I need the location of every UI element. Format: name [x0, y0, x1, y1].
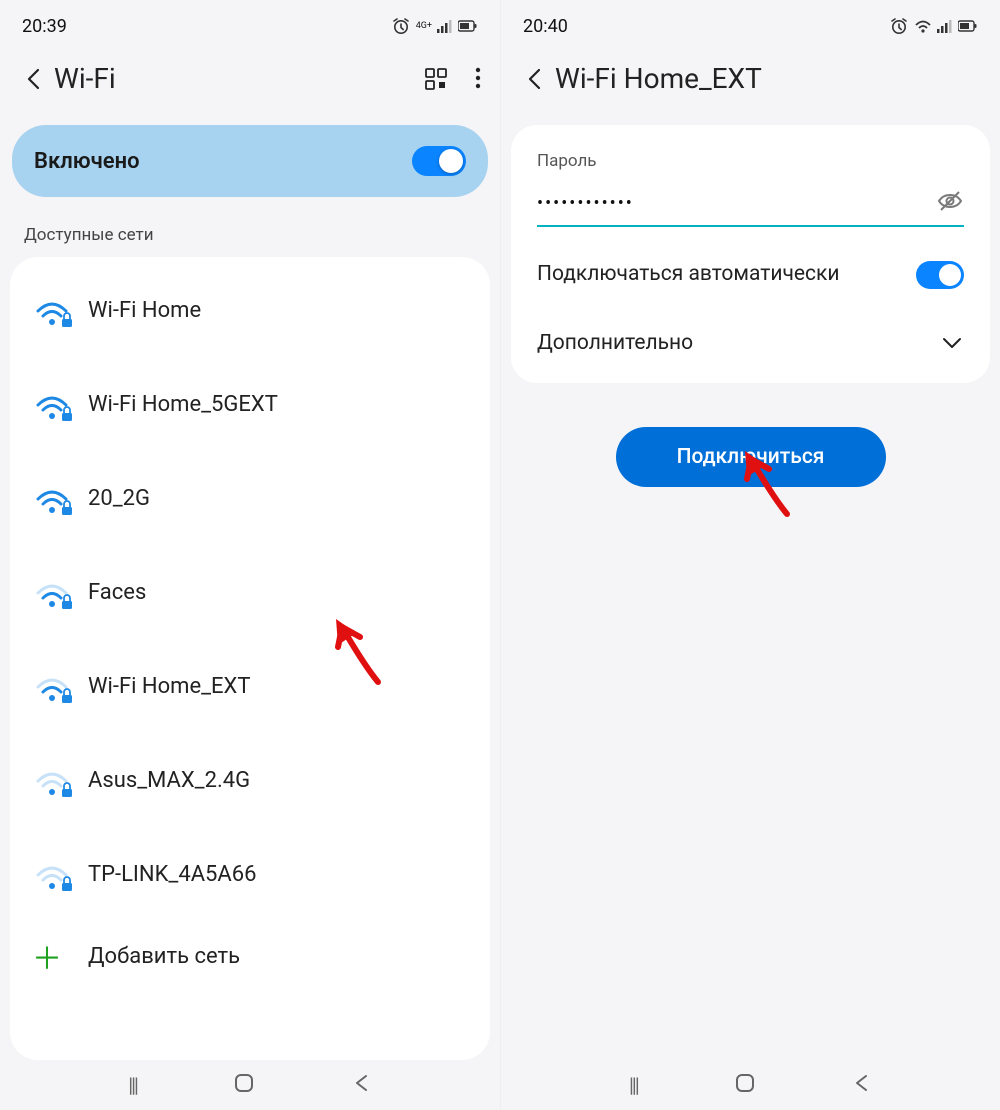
auto-connect-row[interactable]: Подключаться автоматически	[511, 237, 990, 313]
plus-icon: ＋	[32, 934, 88, 978]
qr-icon	[424, 67, 448, 91]
more-menu-button[interactable]	[474, 67, 482, 91]
wifi-master-toggle-row[interactable]: Включено	[12, 125, 488, 197]
status-time: 20:40	[523, 16, 568, 37]
network-name: TP-LINK_4A5A66	[88, 862, 257, 887]
auto-connect-label: Подключаться автоматически	[537, 261, 839, 288]
wifi-secure-icon	[32, 853, 88, 895]
page-title: Wi-Fi Home_EXT	[555, 62, 982, 95]
network-name: Wi-Fi Home_5GEXT	[88, 392, 278, 417]
screen-wifi-list: 20:39 4G+ Wi-Fi Включено Доступные сети	[0, 0, 500, 1110]
battery-icon	[458, 19, 478, 34]
chevron-down-icon	[940, 331, 964, 355]
network-name: Wi-Fi Home_EXT	[88, 674, 250, 699]
password-input[interactable]: ••••••••••••	[537, 193, 936, 214]
alarm-icon	[391, 16, 411, 36]
network-row[interactable]: Wi-Fi Home	[10, 263, 490, 357]
connect-button[interactable]: Подключиться	[616, 427, 886, 487]
more-vert-icon	[474, 67, 482, 91]
signal-icon	[937, 19, 953, 34]
network-row[interactable]: TP-LINK_4A5A66	[10, 827, 490, 921]
status-bar: 20:39 4G+	[0, 0, 500, 44]
battery-icon	[958, 19, 978, 34]
back-button[interactable]	[515, 66, 555, 92]
add-network-label: Добавить сеть	[88, 944, 240, 969]
nav-back-button[interactable]	[852, 1073, 872, 1097]
advanced-row[interactable]: Дополнительно	[511, 313, 990, 383]
wifi-secure-icon	[32, 571, 88, 613]
nav-bar: |||	[501, 1060, 1000, 1110]
network-name: Asus_MAX_2.4G	[88, 768, 250, 793]
toggle-password-visibility-button[interactable]	[936, 187, 964, 219]
nav-back-button[interactable]	[352, 1073, 372, 1097]
status-time: 20:39	[22, 16, 67, 37]
status-icons	[889, 16, 978, 36]
add-network-row[interactable]: ＋ Добавить сеть	[10, 921, 490, 991]
network-type-label: 4G+	[416, 22, 432, 31]
wifi-secure-icon	[32, 289, 88, 331]
connect-form-card: Пароль •••••••••••• Подключаться автомат…	[511, 125, 990, 383]
connect-button-label: Подключиться	[677, 445, 825, 469]
wifi-secure-icon	[32, 665, 88, 707]
signal-icon	[437, 19, 453, 34]
chevron-left-icon	[23, 66, 45, 92]
auto-connect-switch[interactable]	[916, 261, 964, 289]
alarm-icon	[889, 16, 909, 36]
network-row[interactable]: Faces	[10, 545, 490, 639]
status-icons: 4G+	[391, 16, 478, 36]
network-row[interactable]: 20_2G	[10, 451, 490, 545]
nav-bar: |||	[0, 1060, 500, 1110]
page-title: Wi-Fi	[54, 62, 424, 95]
available-networks-header: Доступные сети	[0, 219, 500, 257]
eye-off-icon	[936, 187, 964, 215]
screen-wifi-connect: 20:40 Wi-Fi Home_EXT Пароль ••••••••••••	[500, 0, 1000, 1110]
wifi-secure-icon	[32, 759, 88, 801]
nav-recent-button[interactable]: |||	[629, 1073, 638, 1097]
wifi-switch[interactable]	[412, 146, 466, 176]
network-row[interactable]: Asus_MAX_2.4G	[10, 733, 490, 827]
back-button[interactable]	[14, 66, 54, 92]
network-row[interactable]: Wi-Fi Home_5GEXT	[10, 357, 490, 451]
network-name: 20_2G	[88, 486, 150, 511]
network-list: Wi-Fi Home Wi-Fi Home_5GEXT 20_2G Faces	[10, 257, 490, 1060]
wifi-status-icon	[914, 18, 932, 34]
password-input-row[interactable]: ••••••••••••	[537, 187, 964, 227]
network-name: Wi-Fi Home	[88, 298, 201, 323]
advanced-label: Дополнительно	[537, 331, 693, 355]
network-row[interactable]: Wi-Fi Home_EXT	[10, 639, 490, 733]
chevron-left-icon	[524, 66, 546, 92]
qr-scan-button[interactable]	[424, 67, 448, 91]
nav-home-button[interactable]	[233, 1072, 255, 1098]
status-bar: 20:40	[501, 0, 1000, 44]
wifi-secure-icon	[32, 477, 88, 519]
password-field-block: Пароль ••••••••••••	[511, 133, 990, 237]
header: Wi-Fi Home_EXT	[501, 44, 1000, 115]
nav-home-button[interactable]	[734, 1072, 756, 1098]
wifi-secure-icon	[32, 383, 88, 425]
network-name: Faces	[88, 580, 146, 605]
header: Wi-Fi	[0, 44, 500, 115]
wifi-enabled-label: Включено	[34, 149, 140, 174]
nav-recent-button[interactable]: |||	[128, 1073, 137, 1097]
password-label: Пароль	[537, 151, 964, 171]
